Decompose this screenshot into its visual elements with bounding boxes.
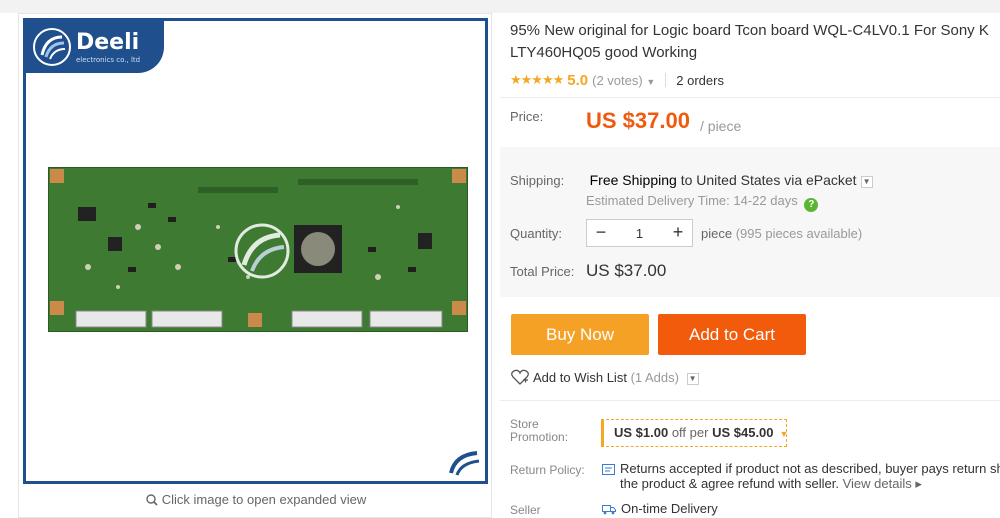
corner-watermark-icon [449,451,480,476]
price-row: Price: [510,109,586,124]
total-row: Total Price: [510,264,586,279]
return-policy-line2: the product & agree refund with seller. [620,476,839,491]
pieces-available: (995 pieces available) [735,226,863,241]
store-promotion-label-text: Store Promotion: [510,417,569,444]
quantity-stepper[interactable]: − 1 + [586,219,693,247]
shipping-dropdown-icon[interactable]: ▼ [860,176,873,188]
price-unit: / piece [700,118,742,134]
heart-icon [511,369,529,385]
product-info: 95% New original for Logic board Tcon bo… [510,20,1000,90]
votes-chevron-icon: ▼ [646,76,656,87]
orders-count: 2 orders [676,72,724,88]
total-price: US $37.00 [586,261,667,280]
brand-logo: Deeli electronics co., ltd [26,21,164,73]
buy-now-button[interactable]: Buy Now [511,314,649,355]
seller-guarantee: On-time Delivery [602,501,718,516]
add-to-cart-button[interactable]: Add to Cart [658,314,806,355]
wishlist-label: Add to Wish List [533,370,627,385]
shipping-destination: United States via ePacket [696,172,857,188]
quantity-row: Quantity: [510,226,586,241]
rating-divider [665,73,667,87]
shipping-label: Shipping: [510,173,565,188]
quantity-decrease-button[interactable]: − [587,220,615,246]
rating-row: ★★★★★ 5.0 (2 votes) ▼ 2 orders [510,70,1000,90]
product-page: Deeli electronics co., ltd Click image t… [0,0,1000,518]
brand-name: Deeli [76,30,140,55]
shipping-to-text: to [680,172,693,188]
add-to-wishlist[interactable]: Add to Wish List (1 Adds) ▼ [511,369,699,385]
image-gallery: Deeli electronics co., ltd Click image t… [18,13,492,518]
divider [500,97,1000,98]
wishlist-dropdown-icon[interactable]: ▼ [686,373,699,385]
product-title-line1: 95% New original for Logic board Tcon bo… [510,22,989,39]
price-label: Price: [510,109,544,124]
tcon-board-image [48,167,468,332]
return-policy-line1: Returns accepted if product not as descr… [620,461,1000,476]
return-policy-icon [602,464,615,475]
main-product-image[interactable]: Deeli electronics co., ltd [23,18,488,484]
star-rating-icon: ★★★★★ [510,72,564,87]
delivery-truck-icon [602,505,616,515]
divider [500,400,1000,401]
brand-tagline: electronics co., ltd [76,56,141,64]
store-promotion-coupon[interactable]: US $1.00 off per US $45.00 ▼ [601,419,789,447]
promotion-threshold: US $45.00 [712,425,774,440]
seller-delivery-text: On-time Delivery [621,501,718,516]
store-promotion-label: Store Promotion: [510,418,580,444]
quantity-label: Quantity: [510,226,563,241]
seller-label: Seller [510,503,541,517]
wishlist-count: (1 Adds) [630,370,679,385]
shipping-method[interactable]: Free Shipping to United States via ePack… [590,172,857,188]
quantity-unit: piece [701,226,733,241]
quantity-availability: piece (995 pieces available) [701,226,862,241]
free-shipping-text: Free Shipping [589,172,677,188]
delivery-days: 14-22 days [733,193,798,208]
help-icon[interactable]: ? [804,198,819,212]
expand-caption-text: Click image to open expanded view [161,492,367,507]
top-strip [0,0,1000,13]
promotion-amount: US $1.00 [614,425,669,440]
return-policy-text: Returns accepted if product not as descr… [602,461,1000,491]
logo-swirl-icon [33,28,71,66]
delivery-estimate-label: Estimated Delivery Time: [586,193,730,208]
total-label: Total Price: [510,264,575,279]
rating-value: 5.0 [567,71,589,89]
magnifier-icon [146,494,158,506]
votes-link[interactable]: (2 votes) ▼ [592,73,655,88]
promotion-off-per: off per [671,425,709,440]
expand-image-hint[interactable]: Click image to open expanded view [19,492,493,507]
view-details-link[interactable]: View details ▸ [843,476,922,491]
price-amount: US $37.00 [586,108,690,133]
product-title-line2: LTY460HQ05 good Working [510,44,698,61]
shipping-row: Shipping: Free Shipping to United States… [510,172,873,188]
quantity-increase-button[interactable]: + [664,220,692,246]
quantity-input[interactable]: 1 [615,226,664,241]
delivery-estimate: Estimated Delivery Time: 14-22 days ? [586,193,819,212]
votes-count: (2 votes) [592,72,643,88]
promotion-caret-icon: ▼ [779,429,789,439]
product-title: 95% New original for Logic board Tcon bo… [510,20,1000,64]
return-policy-label: Return Policy: [510,463,585,477]
